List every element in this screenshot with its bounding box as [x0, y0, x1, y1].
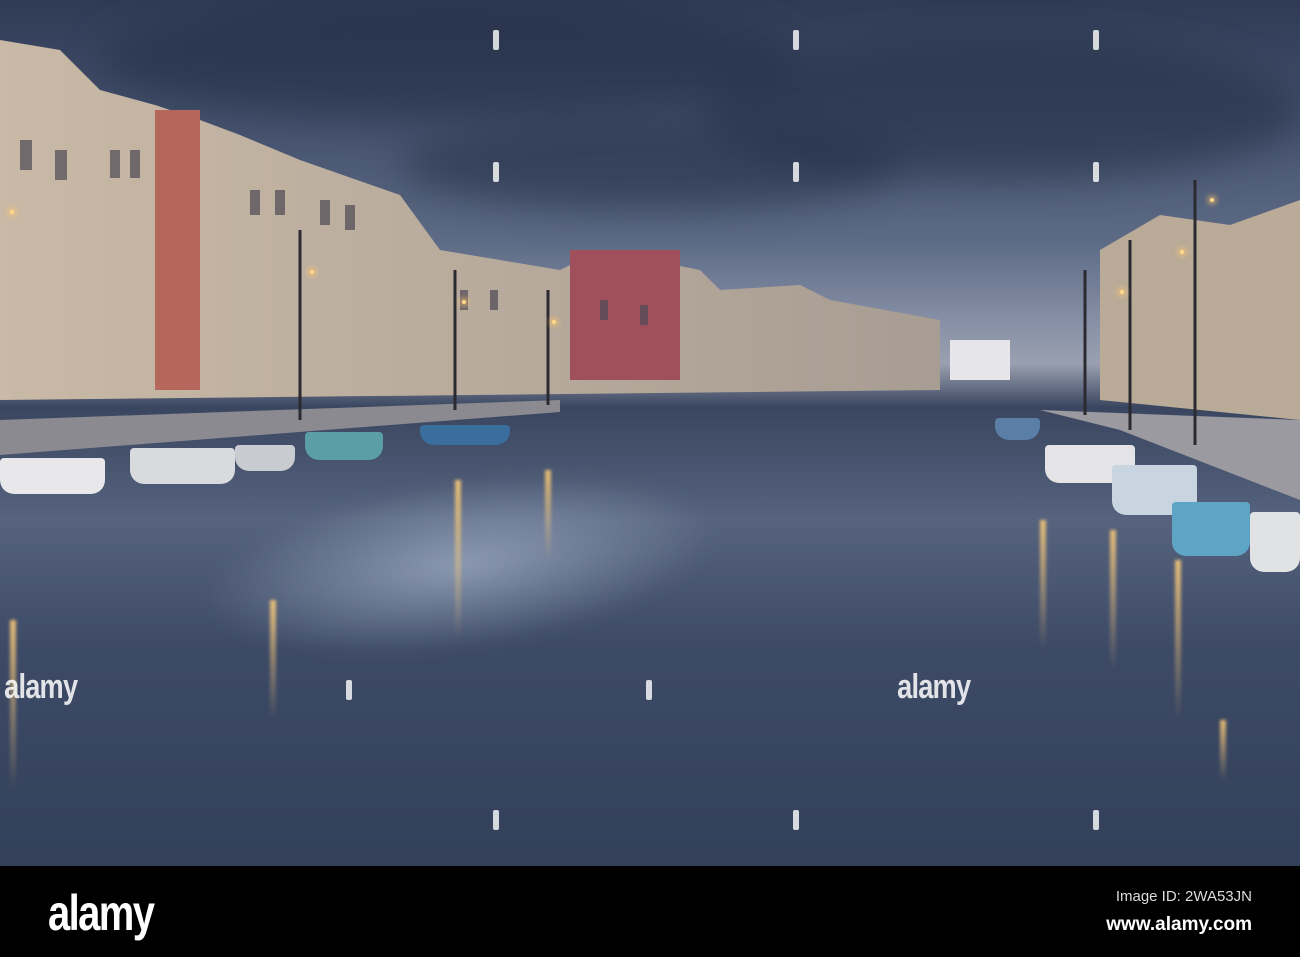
scene-shapes — [0, 40, 1300, 500]
watermark-mark — [493, 162, 499, 182]
light-reflection — [1175, 560, 1181, 720]
light-reflection — [545, 470, 551, 560]
string-light — [310, 270, 314, 274]
watermark-mark — [1093, 810, 1099, 830]
watermark-mark — [793, 162, 799, 182]
watermark-mark — [493, 810, 499, 830]
alamy-logo: alamy — [48, 885, 155, 941]
boat — [0, 458, 105, 494]
site-url: www.alamy.com — [1106, 914, 1252, 935]
boat — [995, 418, 1040, 440]
watermark-footer: alamy Image ID: 2WA53JN www.alamy.com — [0, 866, 1300, 957]
watermark-mark — [493, 30, 499, 50]
boat — [305, 432, 383, 460]
watermark-mark — [346, 680, 352, 700]
red-building-far — [570, 250, 680, 380]
string-light — [1180, 250, 1184, 254]
watermark: alamy — [4, 668, 78, 706]
watermark-mark — [793, 30, 799, 50]
boat — [235, 445, 295, 471]
watermark-mark — [1093, 162, 1099, 182]
street-lamp — [1210, 198, 1214, 202]
light-reflection — [1040, 520, 1046, 650]
boat — [130, 448, 235, 484]
string-light — [552, 320, 556, 324]
left-buildings — [0, 40, 940, 400]
far-ship — [950, 340, 1010, 380]
canal-photo: alamy alamy — [0, 0, 1300, 866]
red-building — [155, 110, 200, 390]
image-id: Image ID: 2WA53JN — [1115, 888, 1252, 905]
watermark: alamy — [897, 668, 971, 706]
light-reflection — [1110, 530, 1116, 670]
boat — [1172, 502, 1250, 556]
boat — [1250, 512, 1300, 572]
watermark-mark — [1093, 30, 1099, 50]
light-reflection — [270, 600, 276, 720]
light-reflection — [1220, 720, 1226, 780]
boat — [420, 425, 510, 445]
watermark-mark — [646, 680, 652, 700]
string-light — [1120, 290, 1124, 294]
string-light — [10, 210, 14, 214]
string-light — [462, 300, 466, 304]
light-reflection — [455, 480, 461, 640]
watermark-mark — [793, 810, 799, 830]
